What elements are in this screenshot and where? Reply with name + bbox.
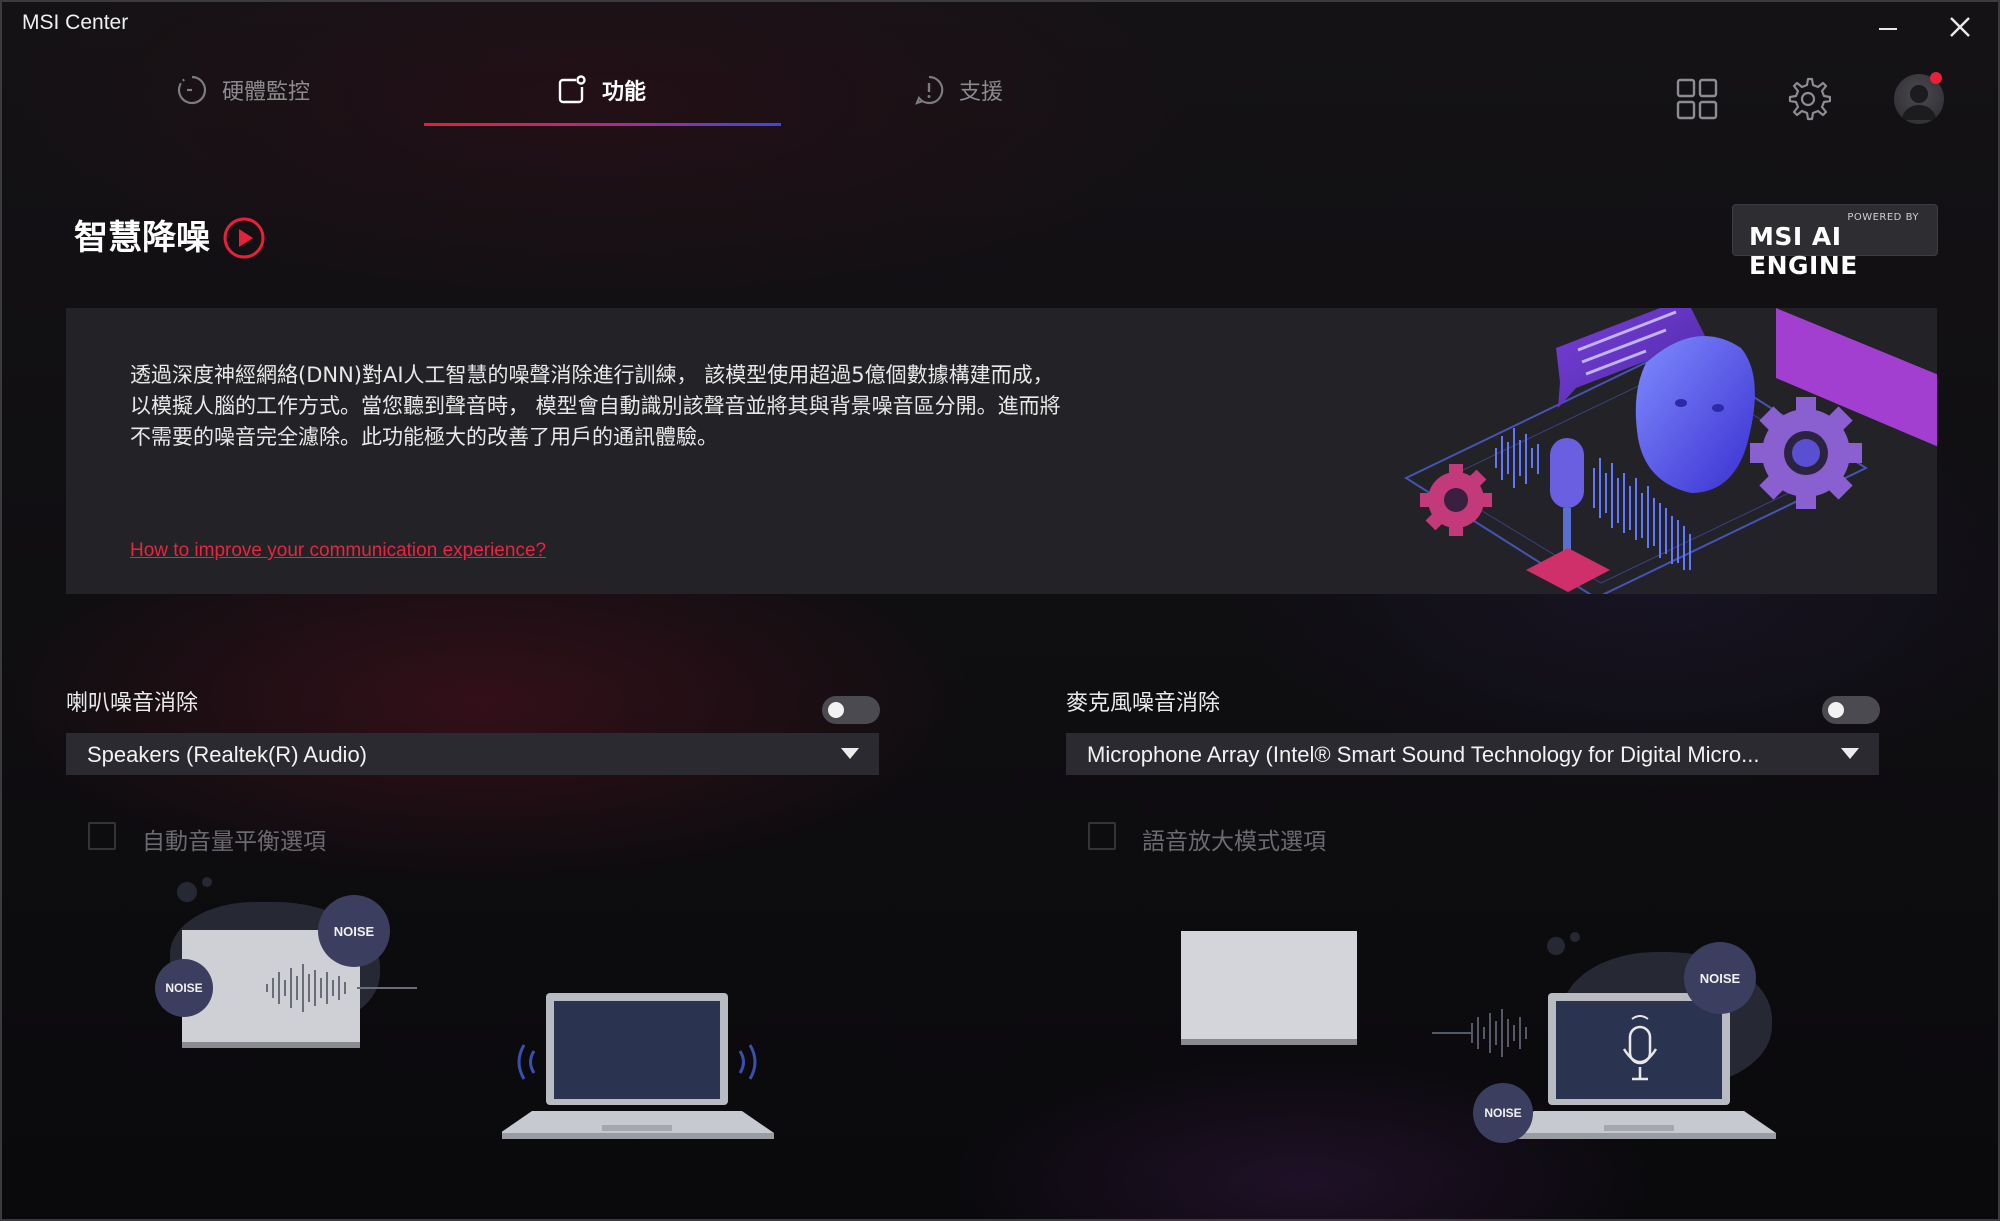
mic-nc-label: 麥克風噪音消除 — [1066, 691, 1221, 716]
decor-blob — [1570, 932, 1580, 942]
chevron-down-icon — [1841, 748, 1859, 759]
info-panel: 透過深度神經網絡(DNN)對AI人工智慧的噪聲消除進行訓練， 該模型使用超過5億… — [66, 308, 1937, 594]
feature-description: 透過深度神經網絡(DNN)對AI人工智慧的噪聲消除進行訓練， 該模型使用超過5億… — [130, 363, 1061, 449]
decor-blob — [177, 882, 197, 902]
tab-hardware-monitor[interactable]: 硬體監控 — [176, 70, 310, 110]
mic-device-value: Microphone Array (Intel® Smart Sound Tec… — [1087, 742, 1760, 767]
minimize-icon — [1879, 28, 1897, 30]
ai-noise-cancel-illustration — [1403, 308, 1937, 594]
close-icon — [1950, 17, 1970, 37]
title-bar: MSI Center — [2, 2, 1998, 48]
tab-label: 支援 — [959, 80, 1004, 105]
gauge-icon — [177, 75, 207, 105]
tab-label: 功能 — [602, 80, 647, 105]
auto-volume-balance-checkbox[interactable] — [88, 822, 116, 850]
speaker-device-value: Speakers (Realtek(R) Audio) — [87, 742, 368, 767]
settings-button[interactable] — [1783, 74, 1833, 124]
tab-features[interactable]: 功能 — [556, 70, 646, 110]
app-title: MSI Center — [22, 11, 129, 34]
badge-title: MSI AI ENGINE — [1749, 222, 1858, 280]
close-button[interactable] — [1930, 6, 1990, 48]
msi-center-window: MSI Center 硬體監控 功能 支援 智慧降噪 POWERED BY MS… — [0, 0, 2000, 1221]
noise-badge: NOISE — [318, 895, 390, 967]
decor-blob — [202, 877, 212, 887]
auto-volume-balance-label: 自動音量平衡選項 — [142, 829, 326, 855]
toggle-knob — [1828, 702, 1844, 718]
help-link[interactable]: How to improve your communication experi… — [130, 540, 546, 562]
grid-icon — [1676, 78, 1718, 120]
noise-badge: NOISE — [1473, 1083, 1533, 1143]
gear-icon — [1788, 77, 1831, 121]
plain-screen-graphic — [1181, 931, 1357, 1045]
noise-badge: NOISE — [1684, 942, 1756, 1014]
active-tab-indicator — [424, 123, 781, 126]
notification-dot — [1930, 72, 1942, 84]
msi-ai-engine-badge: POWERED BY MSI AI ENGINE — [1732, 204, 1938, 280]
play-video-icon[interactable] — [222, 216, 266, 260]
support-icon — [915, 75, 944, 105]
apps-grid-button[interactable] — [1672, 74, 1722, 124]
decor-blob — [1547, 937, 1565, 955]
tab-label: 硬體監控 — [222, 80, 311, 105]
mic-nc-toggle[interactable] — [1822, 696, 1880, 724]
noise-badge: NOISE — [155, 959, 213, 1017]
speaker-nc-label: 喇叭噪音消除 — [66, 691, 199, 716]
voice-amplify-checkbox[interactable] — [1088, 822, 1116, 850]
noisy-screen-graphic — [182, 930, 417, 1048]
toggle-knob — [828, 702, 844, 718]
feature-icon — [558, 75, 586, 104]
mic-device-select[interactable]: Microphone Array (Intel® Smart Sound Tec… — [1066, 733, 1879, 775]
laptop-speaker-graphic — [502, 993, 774, 1139]
voice-amplify-label: 語音放大模式選項 — [1142, 829, 1326, 855]
speaker-device-select[interactable]: Speakers (Realtek(R) Audio) — [66, 733, 879, 775]
speaker-nc-toggle[interactable] — [822, 696, 880, 724]
tab-support[interactable]: 支援 — [913, 70, 1003, 110]
minimize-button[interactable] — [1858, 6, 1918, 48]
chevron-down-icon — [841, 748, 859, 759]
page-title: 智慧降噪 — [74, 218, 210, 258]
